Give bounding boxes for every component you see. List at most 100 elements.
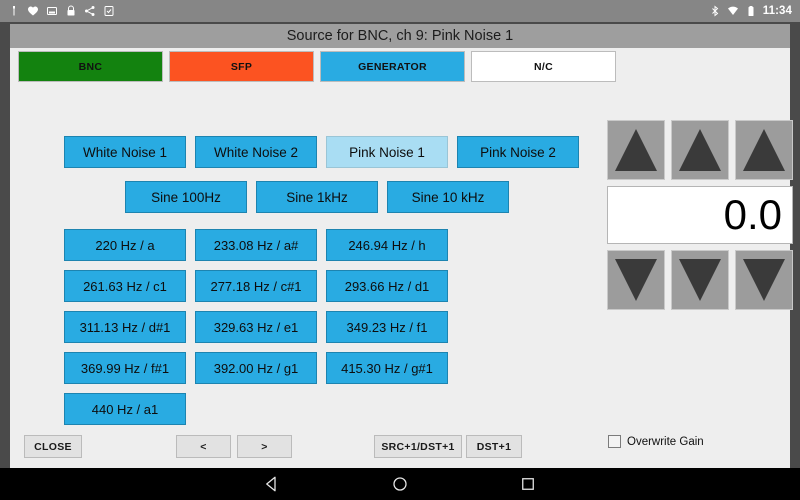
source-button-label: Pink Noise 2 [480, 144, 556, 160]
frequency-button[interactable]: 293.66 Hz / d1 [326, 270, 448, 302]
tab-nc[interactable]: N/C [471, 51, 616, 82]
frequency-button[interactable]: 415.30 Hz / g#1 [326, 352, 448, 384]
source-button-sine-100hz[interactable]: Sine 100Hz [125, 181, 247, 213]
overwrite-gain-checkbox-row[interactable]: Overwrite Gain [608, 435, 704, 448]
previous-channel-button[interactable]: < [176, 435, 231, 458]
source-button-sine-10khz[interactable]: Sine 10 kHz [387, 181, 509, 213]
source-button-white-noise-1[interactable]: White Noise 1 [64, 136, 186, 168]
usb-icon [8, 5, 20, 17]
triangle-down-icon [615, 259, 657, 301]
tab-nc-label: N/C [534, 60, 553, 73]
frequency-button[interactable]: 392.00 Hz / g1 [195, 352, 317, 384]
frequency-button-label: 369.99 Hz / f#1 [80, 360, 170, 376]
lock-icon [65, 5, 77, 17]
close-button[interactable]: CLOSE [24, 435, 82, 458]
frequency-button[interactable]: 220 Hz / a [64, 229, 186, 261]
frequency-button-grid: 220 Hz / a 233.08 Hz / a# 246.94 Hz / h … [64, 229, 554, 425]
source-type-tabs: BNC SFP GENERATOR N/C [18, 51, 782, 82]
tab-bnc[interactable]: BNC [18, 51, 163, 82]
source-button-pink-noise-1[interactable]: Pink Noise 1 [326, 136, 448, 168]
triangle-down-icon [743, 259, 785, 301]
gain-control-panel: 0.0 [607, 120, 793, 380]
status-bar-clock: 11:34 [762, 5, 792, 17]
tab-bnc-label: BNC [78, 60, 103, 73]
frequency-button-label: 329.63 Hz / e1 [213, 319, 299, 335]
tab-generator-label: GENERATOR [358, 60, 427, 73]
overwrite-gain-checkbox[interactable] [608, 435, 621, 448]
src-dst-increment-button[interactable]: SRC+1/DST+1 [374, 435, 462, 458]
tab-sfp[interactable]: SFP [169, 51, 314, 82]
triangle-down-icon [679, 259, 721, 301]
recents-icon[interactable] [519, 475, 537, 493]
triangle-up-icon [679, 129, 721, 171]
gain-down-fine-button[interactable] [735, 250, 793, 310]
noise-source-row: White Noise 1 White Noise 2 Pink Noise 1… [64, 136, 579, 168]
source-button-pink-noise-2[interactable]: Pink Noise 2 [457, 136, 579, 168]
frequency-button-label: 311.13 Hz / d#1 [79, 319, 171, 335]
frequency-button-label: 233.08 Hz / a# [213, 237, 299, 253]
android-navigation-bar [0, 468, 800, 500]
application-window: Source for BNC, ch 9: Pink Noise 1 BNC S… [10, 24, 793, 468]
gain-up-coarse-button[interactable] [607, 120, 665, 180]
frequency-button[interactable]: 261.63 Hz / c1 [64, 270, 186, 302]
home-icon[interactable] [391, 475, 409, 493]
frequency-button[interactable]: 329.63 Hz / e1 [195, 311, 317, 343]
frequency-button[interactable]: 349.23 Hz / f1 [326, 311, 448, 343]
dst-increment-button[interactable]: DST+1 [466, 435, 522, 458]
share-icon [84, 5, 96, 17]
close-button-label: CLOSE [34, 440, 72, 453]
next-channel-label: > [261, 440, 268, 453]
frequency-button[interactable]: 246.94 Hz / h [326, 229, 448, 261]
source-selection-panel: White Noise 1 White Noise 2 Pink Noise 1… [10, 86, 590, 425]
screen: 11:34 Source for BNC, ch 9: Pink Noise 1… [0, 0, 800, 500]
gain-increment-row [607, 120, 793, 180]
gain-up-medium-button[interactable] [671, 120, 729, 180]
gain-value-display: 0.0 [607, 186, 793, 244]
source-button-sine-1khz[interactable]: Sine 1kHz [256, 181, 378, 213]
frequency-button-label: 392.00 Hz / g1 [213, 360, 299, 376]
frequency-button-label: 220 Hz / a [95, 237, 155, 253]
src-dst-increment-label: SRC+1/DST+1 [381, 440, 455, 453]
frequency-button[interactable]: 277.18 Hz / c#1 [195, 270, 317, 302]
source-button-label: White Noise 2 [213, 144, 299, 160]
status-bar-system-icons: 11:34 [709, 5, 792, 17]
sd-card-icon [46, 5, 58, 17]
source-button-label: Pink Noise 1 [349, 144, 425, 160]
frequency-button-label: 349.23 Hz / f1 [346, 319, 428, 335]
gain-up-fine-button[interactable] [735, 120, 793, 180]
source-button-white-noise-2[interactable]: White Noise 2 [195, 136, 317, 168]
next-channel-button[interactable]: > [237, 435, 292, 458]
overwrite-gain-label: Overwrite Gain [627, 435, 704, 448]
screenshot-icon [103, 5, 115, 17]
sine-source-row: Sine 100Hz Sine 1kHz Sine 10 kHz [125, 181, 509, 213]
source-button-label: Sine 100Hz [151, 189, 221, 205]
heart-icon [27, 5, 39, 17]
gain-down-coarse-button[interactable] [607, 250, 665, 310]
status-bar-notification-icons [8, 5, 709, 17]
back-icon[interactable] [263, 475, 281, 493]
frequency-button-label: 261.63 Hz / c1 [83, 278, 167, 294]
gain-value: 0.0 [723, 191, 782, 238]
frequency-button-label: 415.30 Hz / g#1 [341, 360, 433, 376]
bluetooth-icon [709, 5, 721, 17]
frequency-button[interactable]: 440 Hz / a1 [64, 393, 186, 425]
source-button-label: White Noise 1 [82, 144, 168, 160]
source-button-label: Sine 1kHz [286, 189, 348, 205]
android-status-bar: 11:34 [0, 0, 800, 22]
frequency-button-label: 293.66 Hz / d1 [344, 278, 430, 294]
battery-icon [745, 5, 757, 17]
gain-down-medium-button[interactable] [671, 250, 729, 310]
source-button-label: Sine 10 kHz [411, 189, 485, 205]
frequency-button-label: 440 Hz / a1 [91, 401, 159, 417]
page-title: Source for BNC, ch 9: Pink Noise 1 [286, 28, 514, 44]
frequency-button[interactable]: 233.08 Hz / a# [195, 229, 317, 261]
frequency-button[interactable]: 369.99 Hz / f#1 [64, 352, 186, 384]
gain-decrement-row [607, 250, 793, 310]
triangle-up-icon [743, 129, 785, 171]
dst-increment-label: DST+1 [476, 440, 512, 453]
frequency-button[interactable]: 311.13 Hz / d#1 [64, 311, 186, 343]
tab-generator[interactable]: GENERATOR [320, 51, 465, 82]
previous-channel-label: < [200, 440, 207, 453]
frequency-button-label: 246.94 Hz / h [348, 237, 426, 253]
triangle-up-icon [615, 129, 657, 171]
